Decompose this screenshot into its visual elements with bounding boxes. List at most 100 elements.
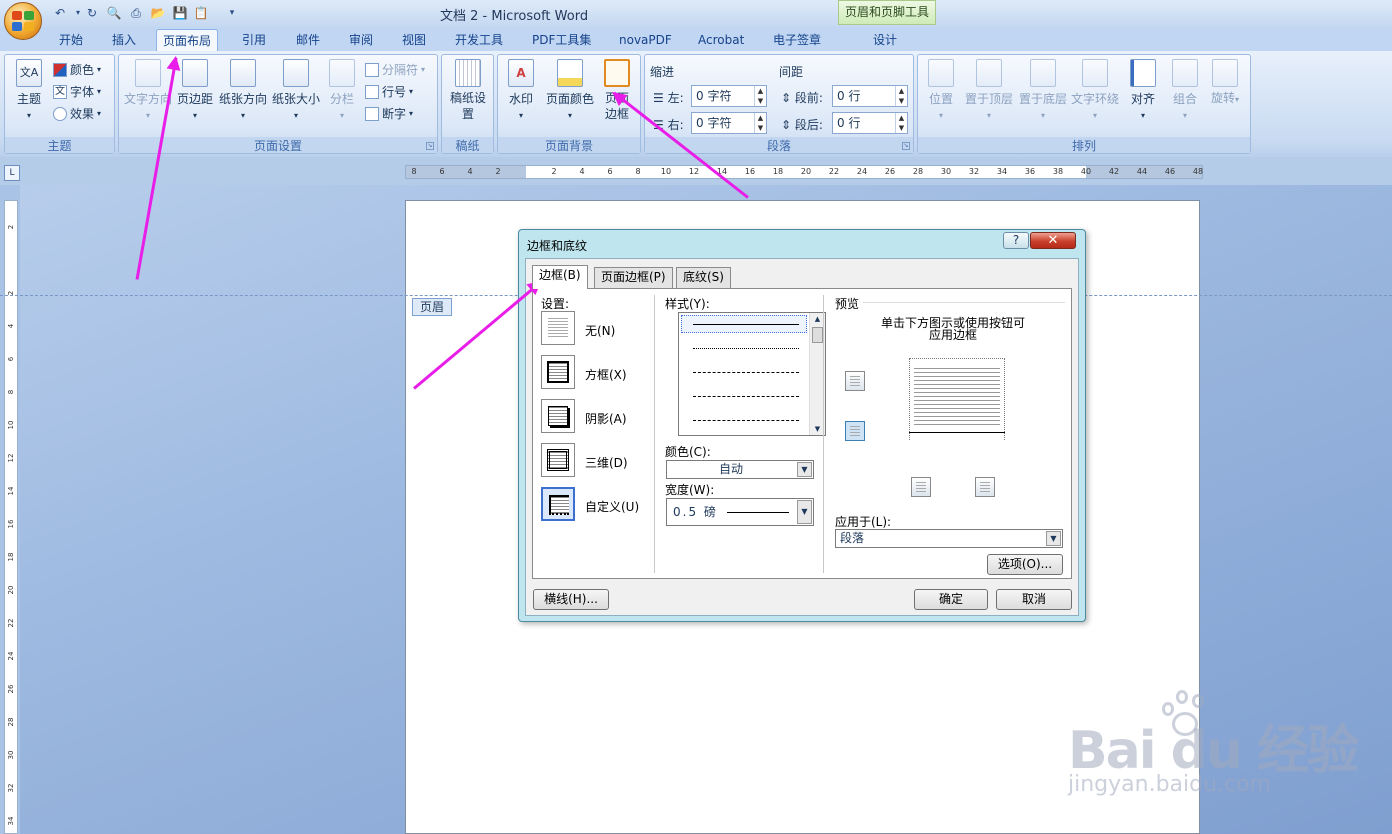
dropdown-arrow-icon[interactable]: ▼ bbox=[1046, 531, 1061, 546]
style-short-dash-line[interactable] bbox=[693, 372, 799, 373]
group-objects-button[interactable]: 组合 ▾ bbox=[1168, 59, 1202, 121]
ok-button[interactable]: 确定 bbox=[914, 589, 988, 610]
office-button[interactable] bbox=[4, 2, 42, 40]
setting-shadow-icon[interactable] bbox=[541, 399, 575, 433]
vruler-tick-label: 20 bbox=[7, 585, 15, 595]
align-button[interactable]: 对齐 ▾ bbox=[1126, 59, 1160, 121]
border-preview[interactable] bbox=[909, 358, 1005, 440]
redo-icon[interactable]: ↻ bbox=[84, 5, 100, 21]
save-icon[interactable]: 💾 bbox=[172, 5, 188, 21]
send-to-back-button[interactable]: 置于底层 ▾ bbox=[1018, 59, 1068, 121]
spacing-before-spinner[interactable]: 0 行 ▲ ▼ bbox=[832, 85, 908, 107]
page-setup-launcher-icon[interactable]: ↘ bbox=[426, 142, 434, 150]
page-color-button[interactable]: 页面颜色 ▾ bbox=[544, 59, 596, 121]
theme-colors-button[interactable]: 颜色 ▾ bbox=[53, 61, 101, 78]
manuscript-settings-button[interactable]: 稿纸设置 bbox=[448, 59, 488, 122]
text-wrapping-button[interactable]: 文字环绕 ▾ bbox=[1070, 59, 1120, 121]
tab-shading[interactable]: 底纹(S) bbox=[676, 267, 731, 288]
line-numbers-button[interactable]: 行号 ▾ bbox=[365, 83, 413, 100]
width-line-sample bbox=[727, 512, 789, 513]
tab-developer[interactable]: 开发工具 bbox=[449, 29, 509, 52]
bring-to-front-button[interactable]: 置于顶层 ▾ bbox=[964, 59, 1014, 121]
columns-button[interactable]: 分栏 ▾ bbox=[327, 59, 357, 121]
paste-icon[interactable]: 📋 bbox=[193, 5, 209, 21]
style-dash-line[interactable] bbox=[693, 396, 799, 397]
dropdown-arrow-icon[interactable]: ▼ bbox=[797, 500, 812, 524]
hyphenation-button[interactable]: 断字 ▾ bbox=[365, 105, 413, 122]
tab-page-layout[interactable]: 页面布局 bbox=[156, 29, 219, 52]
setting-box-icon[interactable] bbox=[541, 355, 575, 389]
spinner-arrows-icon[interactable]: ▲ ▼ bbox=[895, 113, 907, 133]
top-border-button[interactable] bbox=[845, 371, 865, 391]
indent-right-spinner[interactable]: 0 字符 ▲ ▼ bbox=[691, 112, 767, 134]
tab-novapdf[interactable]: novaPDF bbox=[613, 29, 678, 52]
paragraph-launcher-icon[interactable]: ↘ bbox=[902, 142, 910, 150]
tab-selector-icon[interactable]: L bbox=[4, 165, 20, 181]
dropdown-arrow-icon[interactable]: ▼ bbox=[797, 462, 812, 477]
setting-custom-label[interactable]: 自定义(U) bbox=[585, 498, 639, 515]
tab-pdf-tools[interactable]: PDF工具集 bbox=[526, 29, 597, 52]
watermark-button[interactable]: A 水印 ▾ bbox=[504, 59, 538, 121]
apply-to-dropdown[interactable]: 段落 ▼ bbox=[835, 529, 1063, 548]
theme-fonts-button[interactable]: 文字体 ▾ bbox=[53, 83, 101, 100]
tab-design[interactable]: 设计 bbox=[867, 29, 903, 52]
spacing-before-icon: ⇕ bbox=[781, 91, 795, 105]
print-preview-icon[interactable]: 🔍 bbox=[106, 5, 122, 21]
width-dropdown[interactable]: 0.5 磅 ▼ bbox=[666, 498, 814, 526]
themes-button[interactable]: 文A 主题 ▾ bbox=[11, 59, 47, 121]
setting-none-icon[interactable] bbox=[541, 311, 575, 345]
tab-insert[interactable]: 插入 bbox=[106, 29, 142, 52]
tab-page-border[interactable]: 页面边框(P) bbox=[594, 267, 673, 288]
tab-e-signature[interactable]: 电子签章 bbox=[767, 29, 827, 52]
customize-quick-access-icon[interactable]: ▾ bbox=[224, 5, 240, 21]
left-border-button[interactable] bbox=[911, 477, 931, 497]
setting-3d-label[interactable]: 三维(D) bbox=[585, 454, 628, 471]
horizontal-line-button[interactable]: 横线(H)... bbox=[533, 589, 609, 610]
tab-acrobat[interactable]: Acrobat bbox=[692, 29, 750, 52]
columns-label: 分栏 bbox=[329, 92, 354, 106]
tab-review[interactable]: 审阅 bbox=[343, 29, 379, 52]
orientation-button[interactable]: 纸张方向 ▾ bbox=[219, 59, 267, 121]
scroll-thumb[interactable] bbox=[812, 327, 823, 343]
setting-box-label[interactable]: 方框(X) bbox=[585, 366, 627, 383]
line-style-list[interactable]: ▲ ▼ bbox=[678, 312, 826, 436]
setting-3d-icon[interactable] bbox=[541, 443, 575, 477]
tab-references[interactable]: 引用 bbox=[236, 29, 272, 52]
options-button[interactable]: 选项(O)... bbox=[987, 554, 1063, 575]
tab-home[interactable]: 开始 bbox=[53, 29, 89, 52]
spinner-arrows-icon[interactable]: ▲ ▼ bbox=[895, 86, 907, 106]
close-icon[interactable]: ✕ bbox=[1030, 232, 1076, 249]
breaks-button[interactable]: 分隔符 ▾ bbox=[365, 61, 425, 78]
margins-button[interactable]: 页边距 ▾ bbox=[175, 59, 215, 121]
page-size-button[interactable]: 纸张大小 ▾ bbox=[271, 59, 321, 121]
style-dotted-line[interactable] bbox=[693, 348, 799, 349]
style-dash-dot-line[interactable] bbox=[693, 420, 799, 421]
horizontal-ruler[interactable]: 8 6 4 2 2 4 6 8 10 12 14 16 18 20 22 24 26 28 30 32 34 36 38 40… bbox=[405, 165, 1203, 179]
tab-view[interactable]: 视图 bbox=[396, 29, 432, 52]
undo-icon[interactable]: ↶ bbox=[52, 5, 68, 21]
cancel-button[interactable]: 取消 bbox=[996, 589, 1072, 610]
tab-mailings[interactable]: 邮件 bbox=[290, 29, 326, 52]
position-button[interactable]: 位置 ▾ bbox=[924, 59, 958, 121]
position-label: 位置 bbox=[928, 92, 953, 106]
style-solid-line[interactable] bbox=[693, 324, 799, 325]
color-dropdown[interactable]: 自动 ▼ bbox=[666, 460, 814, 479]
preview-text-lines bbox=[914, 368, 1000, 428]
help-icon[interactable]: ? bbox=[1003, 232, 1029, 249]
ruler-tick-label: 16 bbox=[744, 167, 756, 176]
spinner-arrows-icon[interactable]: ▲ ▼ bbox=[754, 86, 766, 106]
open-folder-icon[interactable]: 📂 bbox=[150, 5, 166, 21]
indent-left-spinner[interactable]: 0 字符 ▲ ▼ bbox=[691, 85, 767, 107]
rotate-button[interactable]: 旋转▾ bbox=[1210, 59, 1240, 108]
setting-none-label[interactable]: 无(N) bbox=[585, 322, 615, 339]
right-border-button[interactable] bbox=[975, 477, 995, 497]
setting-shadow-label[interactable]: 阴影(A) bbox=[585, 410, 627, 427]
setting-custom-icon[interactable] bbox=[541, 487, 575, 521]
align-icon bbox=[1130, 59, 1156, 87]
tab-borders[interactable]: 边框(B) bbox=[532, 265, 588, 289]
bottom-border-button[interactable] bbox=[845, 421, 865, 441]
theme-effects-button[interactable]: 效果 ▾ bbox=[53, 105, 101, 122]
spinner-arrows-icon[interactable]: ▲ ▼ bbox=[754, 113, 766, 133]
spacing-after-spinner[interactable]: 0 行 ▲ ▼ bbox=[832, 112, 908, 134]
print-icon[interactable]: ⎙ bbox=[128, 5, 144, 21]
